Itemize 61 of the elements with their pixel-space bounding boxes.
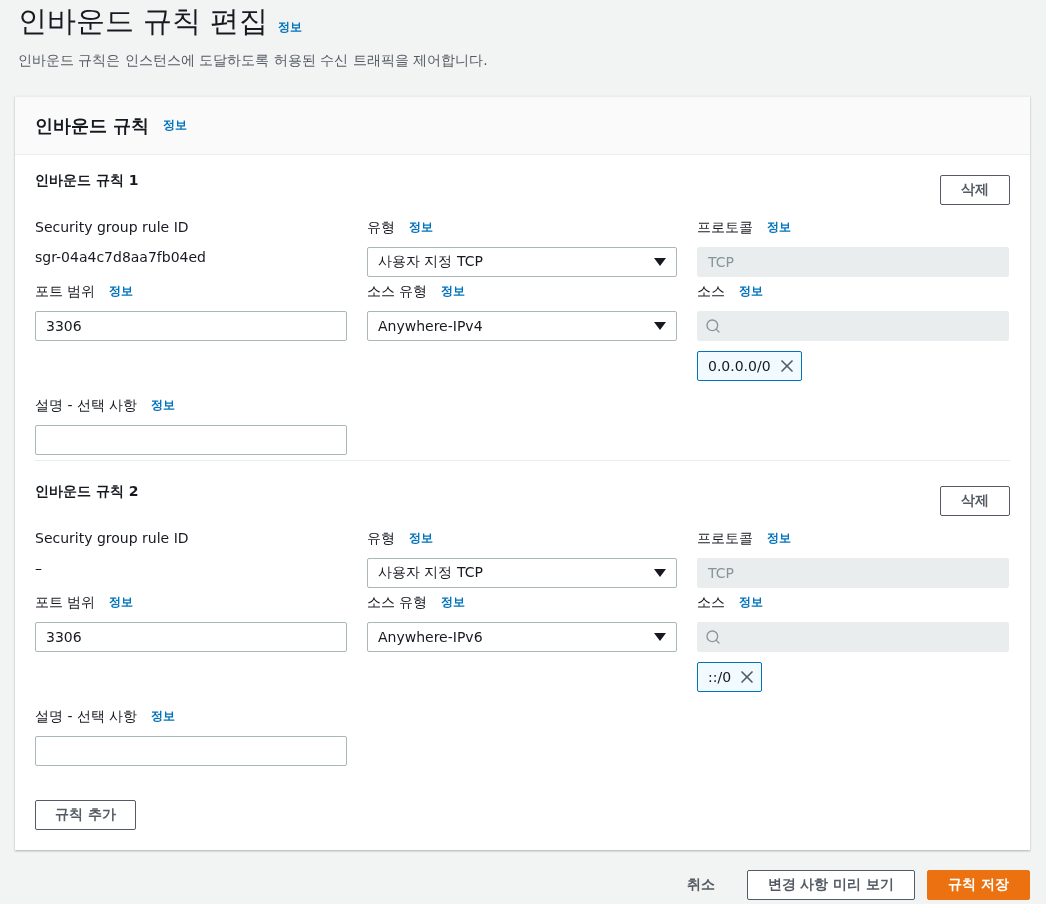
cancel-button[interactable]: 취소 — [666, 870, 735, 900]
info-link[interactable]: 정보 — [739, 593, 763, 611]
disabled-field: TCP — [697, 247, 1009, 277]
info-link[interactable]: 정보 — [151, 396, 176, 414]
rule-id-text: – — [35, 559, 43, 578]
input-field[interactable]: 3306 — [35, 311, 347, 341]
caret-icon — [654, 322, 666, 330]
caret-icon — [654, 633, 666, 641]
panel-title: 인바운드 규칙 — [35, 113, 150, 138]
delete-button[interactable]: 삭제 — [940, 486, 1010, 516]
info-link[interactable]: 정보 — [441, 282, 466, 300]
field-label: 포트 범위 — [35, 282, 96, 301]
delete-button[interactable]: 삭제 — [940, 175, 1010, 205]
info-link[interactable]: 정보 — [767, 218, 791, 236]
add-rule-button[interactable]: 규칙 추가 — [35, 800, 136, 830]
info-link[interactable]: 정보 — [409, 218, 433, 236]
info-link[interactable]: 정보 — [109, 282, 134, 300]
select-field[interactable]: Anywhere-IPv6 — [367, 622, 677, 652]
select-field[interactable]: Anywhere-IPv4 — [367, 311, 677, 341]
info-link[interactable]: 정보 — [767, 529, 791, 547]
search-icon — [705, 318, 721, 334]
field-label: 설명 - 선택 사항 — [35, 707, 138, 726]
rule-title: 인바운드 규칙 2 — [35, 482, 139, 501]
disabled-field: TCP — [697, 558, 1009, 588]
info-link[interactable]: 정보 — [441, 593, 466, 611]
field-label: Security group rule ID — [35, 218, 189, 237]
rule-id-text: sgr-04a4c7d8aa7fb04ed — [35, 248, 207, 267]
field-label: 프로토콜 — [697, 529, 753, 548]
rule-title: 인바운드 규칙 1 — [35, 171, 139, 190]
field-label: 소스 유형 — [367, 593, 428, 612]
save-button[interactable]: 규칙 저장 — [927, 870, 1030, 900]
field-label: 소스 유형 — [367, 282, 428, 301]
description-field[interactable] — [35, 736, 347, 766]
caret-icon — [654, 569, 666, 577]
caret-icon — [654, 258, 666, 266]
description-field[interactable] — [35, 425, 347, 455]
source-token: ::/0 — [697, 662, 763, 692]
info-link[interactable]: 정보 — [151, 707, 176, 725]
field-label: 프로토콜 — [697, 218, 753, 237]
page-title: 인바운드 규칙 편집 — [18, 3, 269, 40]
select-field[interactable]: 사용자 지정 TCP — [367, 247, 677, 277]
info-link[interactable]: 정보 — [409, 529, 433, 547]
field-label: 유형 — [367, 218, 395, 237]
field-label: Security group rule ID — [35, 529, 189, 548]
search-field[interactable] — [697, 311, 1009, 341]
info-link[interactable]: 정보 — [739, 282, 763, 300]
field-label: 유형 — [367, 529, 395, 548]
input-field[interactable]: 3306 — [35, 622, 347, 652]
search-icon — [705, 629, 721, 645]
field-label: 소스 — [697, 593, 725, 612]
field-label: 설명 - 선택 사항 — [35, 396, 138, 415]
field-label: 소스 — [697, 282, 725, 301]
search-field[interactable] — [697, 622, 1009, 652]
preview-button[interactable]: 변경 사항 미리 보기 — [746, 870, 916, 900]
info-link[interactable]: 정보 — [163, 117, 188, 134]
source-token: 0.0.0.0/0 — [697, 351, 802, 381]
page-description: 인바운드 규칙은 인스턴스에 도달하도록 허용된 수신 트래픽을 제어합니다. — [18, 51, 489, 70]
info-link[interactable]: 정보 — [278, 19, 303, 36]
select-field[interactable]: 사용자 지정 TCP — [367, 558, 677, 588]
field-label: 포트 범위 — [35, 593, 96, 612]
info-link[interactable]: 정보 — [109, 593, 134, 611]
